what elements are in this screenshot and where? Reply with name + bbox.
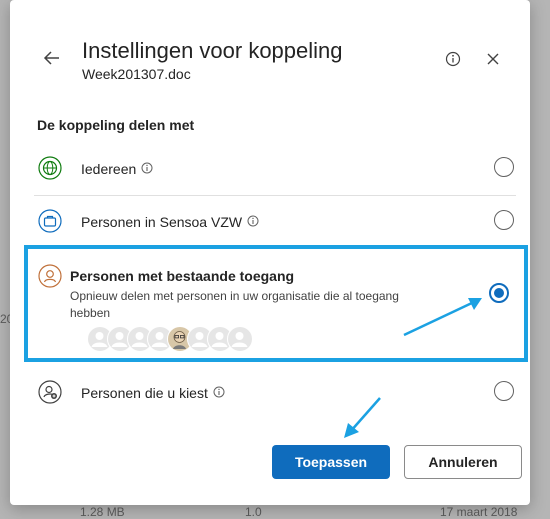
option-organization-text: Personen in Sensoa VZW (81, 214, 243, 230)
radio-button[interactable] (494, 157, 514, 177)
dialog-title: Instellingen voor koppeling (82, 38, 343, 63)
option-everyone-text: Iedereen (81, 161, 137, 177)
person-icon (38, 264, 62, 288)
apply-button[interactable]: Toepassen (272, 445, 390, 479)
option-label: Personen in Sensoa VZW (81, 214, 259, 230)
globe-icon (38, 156, 62, 180)
radio-button-selected[interactable] (489, 283, 509, 303)
info-icon[interactable] (213, 385, 225, 401)
file-name: Week201307.doc (82, 66, 191, 82)
info-icon[interactable] (247, 214, 259, 230)
info-icon[interactable] (141, 161, 153, 177)
radio-button[interactable] (494, 381, 514, 401)
close-icon[interactable] (486, 52, 500, 71)
cancel-button[interactable]: Annuleren (404, 445, 522, 479)
info-icon[interactable] (445, 51, 461, 72)
link-settings-dialog: Instellingen voor koppeling Week201307.d… (10, 0, 530, 505)
person-add-icon (38, 380, 62, 404)
option-label: Iedereen (81, 161, 153, 177)
option-existing-access-label: Personen met bestaande toegang (70, 268, 295, 284)
option-organization[interactable]: Personen in Sensoa VZW (34, 196, 516, 248)
option-everyone[interactable]: Iedereen (34, 143, 516, 195)
briefcase-icon (38, 209, 62, 233)
back-arrow-icon[interactable] (42, 48, 62, 73)
option-specific-people[interactable]: Personen die u kiest (34, 367, 516, 419)
avatar (227, 326, 253, 352)
option-specific-people-text: Personen die u kiest (81, 385, 208, 401)
option-label: Personen die u kiest (81, 385, 225, 401)
section-label: De koppeling delen met (37, 117, 195, 133)
option-existing-access-description: Opnieuw delen met personen in uw organis… (70, 289, 399, 320)
radio-button[interactable] (494, 210, 514, 230)
